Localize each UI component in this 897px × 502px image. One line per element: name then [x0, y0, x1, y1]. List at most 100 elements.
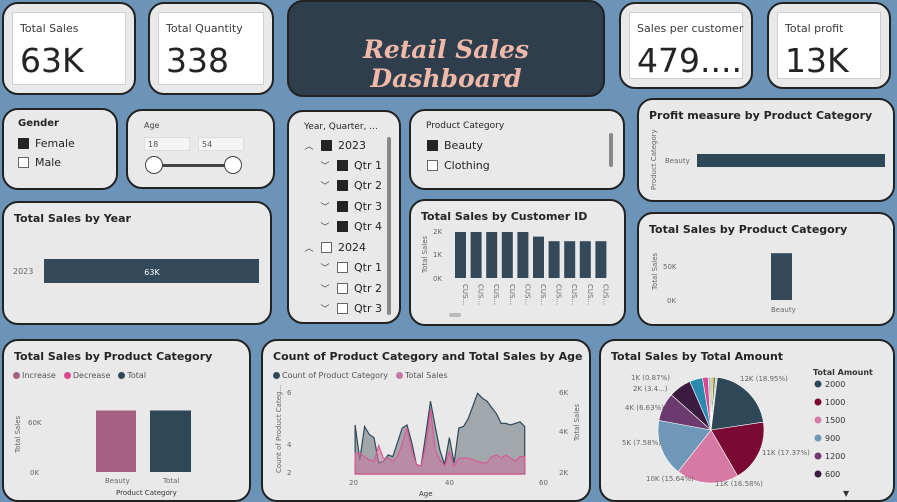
waterfall-bar-total[interactable] [150, 410, 191, 472]
kpi-total-quantity-card: Total Quantity 338 [148, 2, 274, 95]
date-node-2024-q1[interactable]: ﹀ Qtr 1 [319, 261, 382, 274]
slice-data-label: 2K (3.4...) [633, 385, 668, 393]
date-node-2024-q3[interactable]: ﹀ Qtr 3 [319, 302, 382, 315]
x-axis-title: Product Category [116, 489, 177, 497]
x-tick-label: CUS... [555, 284, 563, 305]
legend-dot-icon [814, 398, 822, 406]
customer-bar[interactable] [548, 241, 560, 278]
y-tick-label: 1K [433, 251, 442, 259]
y-axis-title: Count of Product Categ... [275, 385, 283, 473]
date-node-label: Qtr 2 [354, 282, 382, 295]
slice-data-label: 5K (7.58%) [622, 439, 661, 447]
dashboard: { "title": "Retail Sales Dashboard", "kp… [0, 0, 897, 502]
kpi-total-profit-label: Total profit [785, 22, 844, 35]
horizontal-scrollbar[interactable] [449, 313, 461, 317]
date-node-2024[interactable]: ︿ 2024 [303, 241, 366, 254]
x-tick-label: CUS... [461, 284, 469, 305]
date-node-2023-q4[interactable]: ﹀ Qtr 4 [319, 220, 382, 233]
kpi-sales-per-customer-label: Sales per customer [637, 22, 744, 35]
y-axis-title: Total Sales [651, 252, 659, 291]
legend-dot-icon [814, 380, 822, 388]
customer-bar[interactable] [455, 232, 466, 278]
checkbox-checked-icon [321, 140, 332, 151]
checkbox-checked-icon [427, 140, 438, 151]
legend-label[interactable]: 900 [825, 434, 840, 443]
date-node-label: Qtr 2 [354, 179, 382, 192]
waterfall-bar-beauty[interactable] [96, 410, 136, 472]
x-tick-label: CUS... [523, 284, 531, 305]
bar-data-label: 63K [144, 268, 160, 277]
chevron-down-icon[interactable]: ﹀ [319, 200, 331, 213]
age-min-input[interactable]: 18 [144, 137, 190, 151]
date-node-2024-q2[interactable]: ﹀ Qtr 2 [319, 282, 382, 295]
pie-slice[interactable] [710, 377, 764, 431]
category-option-clothing[interactable]: Clothing [427, 159, 490, 172]
gender-option-female[interactable]: Female [18, 137, 75, 150]
legend-dot-icon [814, 452, 822, 460]
kpi-total-quantity-value: 338 [166, 41, 229, 80]
customer-bar[interactable] [470, 232, 482, 278]
y-axis-title: Total Sales [421, 235, 429, 274]
waterfall-chart: Total Sales by Product Category Increase… [2, 339, 251, 502]
customer-bar[interactable] [486, 232, 498, 278]
kpi-total-sales-value: 63K [20, 41, 84, 80]
date-node-2023-q3[interactable]: ﹀ Qtr 3 [319, 200, 382, 213]
date-slicer-scrollbar[interactable] [387, 137, 391, 315]
chevron-down-icon[interactable]: ﹀ [319, 220, 331, 233]
sales-by-year-chart: Total Sales by Year 2023 63K [2, 201, 272, 325]
y-right-tick-label: 6K [559, 389, 568, 397]
sales-by-customer-chart: Total Sales by Customer ID Total Sales 2… [409, 199, 626, 326]
chevron-down-icon[interactable]: ﹀ [319, 302, 331, 315]
legend-dot-icon [814, 416, 822, 424]
checkbox-unchecked-icon [321, 242, 332, 253]
pie-slices [657, 376, 765, 484]
pie-legend: 2000 1000 1500 900 1200 600 [814, 380, 845, 479]
y-right-tick-label: 2K [559, 469, 568, 477]
customer-bar[interactable] [595, 241, 607, 278]
legend-label[interactable]: 1000 [825, 398, 845, 407]
category-option-beauty[interactable]: Beauty [427, 139, 483, 152]
customer-bar[interactable] [501, 232, 513, 278]
checkbox-checked-icon [337, 221, 348, 232]
y-tick-label: 2 [287, 469, 291, 477]
age-slider-max-handle[interactable] [224, 156, 242, 174]
date-slicer-title: Year, Quarter, ... [304, 122, 378, 132]
chevron-down-icon[interactable]: ﹀ [319, 159, 331, 172]
category-tick-label: Beauty [665, 157, 690, 165]
date-node-2023-q2[interactable]: ﹀ Qtr 2 [319, 179, 382, 192]
customer-bar[interactable] [517, 232, 529, 278]
date-node-2023-q1[interactable]: ﹀ Qtr 1 [319, 159, 382, 172]
chevron-up-icon[interactable]: ︿ [303, 139, 315, 152]
legend-label[interactable]: 2000 [825, 380, 845, 389]
category-slicer: Product Category Beauty Clothing [409, 109, 625, 190]
customer-bar[interactable] [533, 236, 544, 278]
category-bar[interactable] [771, 253, 792, 300]
legend-label[interactable]: 1200 [825, 452, 845, 461]
gender-option-male[interactable]: Male [18, 156, 61, 169]
sales-by-category-chart: Total Sales by Product Category Total Sa… [637, 212, 895, 326]
chevron-down-icon[interactable]: ﹀ [319, 179, 331, 192]
gender-option-label: Female [35, 137, 75, 150]
legend-label[interactable]: 600 [825, 470, 840, 479]
age-max-input[interactable]: 54 [198, 137, 244, 151]
category-slicer-scrollbar[interactable] [609, 133, 613, 167]
chevron-down-icon[interactable]: ﹀ [319, 282, 331, 295]
legend-label[interactable]: 1500 [825, 416, 845, 425]
legend-scroll-down-icon[interactable]: ▼ [843, 489, 850, 498]
chevron-up-icon[interactable]: ︿ [303, 241, 315, 254]
date-node-2023[interactable]: ︿ 2023 [303, 139, 366, 152]
customer-bar[interactable] [564, 241, 576, 278]
date-node-label: Qtr 3 [354, 200, 382, 213]
y-tick-label: 0K [433, 275, 442, 283]
x-tick-label: CUS... [539, 284, 547, 305]
customer-bar[interactable] [579, 241, 591, 278]
checkbox-checked-icon [18, 138, 29, 149]
checkbox-unchecked-icon [337, 262, 348, 273]
y-tick-label: 2K [433, 228, 442, 236]
category-option-label: Beauty [444, 139, 483, 152]
chevron-down-icon[interactable]: ﹀ [319, 261, 331, 274]
age-slider-min-handle[interactable] [145, 156, 163, 174]
profit-bar[interactable] [697, 154, 885, 167]
x-tick-label: CUS... [586, 284, 594, 305]
age-slicer-title: Age [144, 121, 160, 130]
